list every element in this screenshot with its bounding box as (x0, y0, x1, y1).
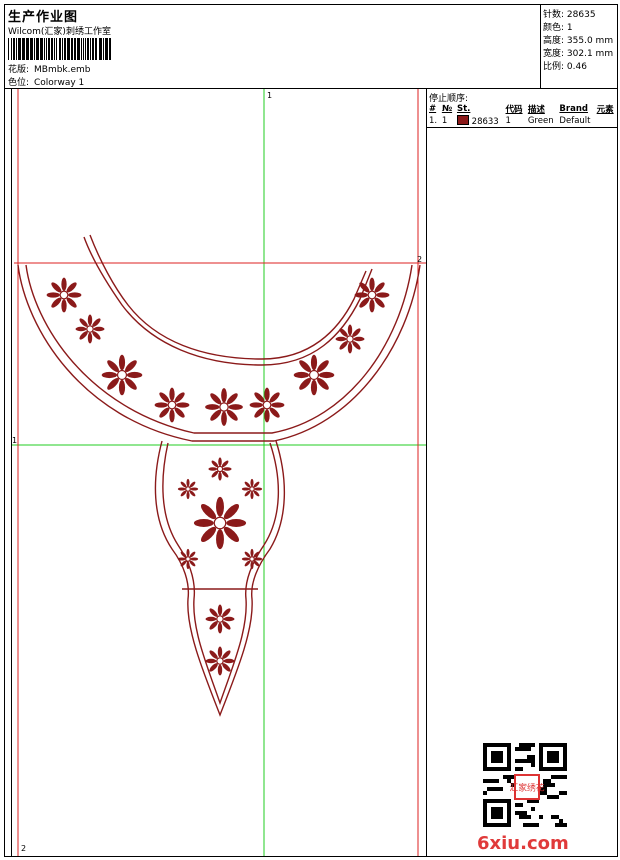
guide-label-h1: 1 (12, 436, 17, 445)
color-swatch (456, 115, 469, 125)
company-name: Wilcom(汇家)刺绣工作室 (8, 27, 111, 37)
col-stitches: St. (456, 104, 471, 114)
qr-code-icon: 汇家绣花 (483, 743, 567, 827)
row-stitches: 28633 (454, 115, 504, 128)
design-file-row: 花版: MBmbk.emb (8, 62, 91, 75)
design-canvas: 1 2 1 2 (11, 89, 427, 856)
row-brand: Default (557, 115, 595, 128)
qr-stamp: 汇家绣花 (509, 782, 544, 794)
stat-width: 宽度: 302.1 mm (543, 49, 614, 59)
stop-sequence-panel: 停止顺序: # № St. 代码 描述 Brand 元素 1. 1 28633 … (427, 89, 617, 856)
col-hash: # (429, 104, 437, 114)
col-code: 代码 (505, 105, 523, 115)
stop-sequence-table: # № St. 代码 描述 Brand 元素 1. 1 28633 1 Gree… (427, 103, 617, 128)
guide-label-b2: 2 (21, 844, 26, 853)
guide-label-v1: 1 (267, 91, 272, 100)
table-header: # № St. 代码 描述 Brand 元素 (427, 103, 617, 115)
stat-scale: 比例: 0.46 (543, 62, 587, 72)
page-title: 生产作业图 (8, 10, 79, 25)
stat-stitches: 针数: 28635 (543, 10, 596, 20)
colorway-label: 色位: (8, 78, 30, 88)
row-no: 1 (439, 115, 455, 128)
colorway-name: Colorway 1 (34, 78, 85, 88)
col-desc: 描述 (527, 105, 545, 115)
design-file: MBmbk.emb (34, 65, 91, 75)
barcode (8, 38, 111, 60)
row-element (594, 115, 617, 128)
embroidery-design: 1 2 1 2 (12, 89, 426, 856)
header-info: 生产作业图 Wilcom(汇家)刺绣工作室 花版: MBmbk.emb 色位: Co… (5, 5, 541, 89)
production-sheet: 生产作业图 Wilcom(汇家)刺绣工作室 花版: MBmbk.emb 色位: Co… (4, 4, 618, 857)
row-code: 1 (503, 115, 526, 128)
row-desc: Green (525, 115, 558, 128)
stat-colors: 颜色: 1 (543, 23, 573, 33)
col-element: 元素 (596, 105, 614, 115)
guide-label-h2: 2 (417, 255, 422, 264)
flowers (46, 277, 390, 676)
stat-height: 高度: 355.0 mm (543, 36, 614, 46)
stats-panel: 针数: 28635 颜色: 1 高度: 355.0 mm 宽度: 302.1 m… (541, 5, 617, 89)
col-brand: Brand (559, 104, 588, 114)
row-num: 1. (427, 115, 440, 128)
colorway-row: 色位: Colorway 1 (8, 75, 84, 88)
watermark: 6xiu.com (477, 833, 569, 854)
col-no: № (441, 104, 453, 114)
design-label: 花版: (8, 65, 30, 75)
table-row[interactable]: 1. 1 28633 1 Green Default (427, 115, 617, 128)
